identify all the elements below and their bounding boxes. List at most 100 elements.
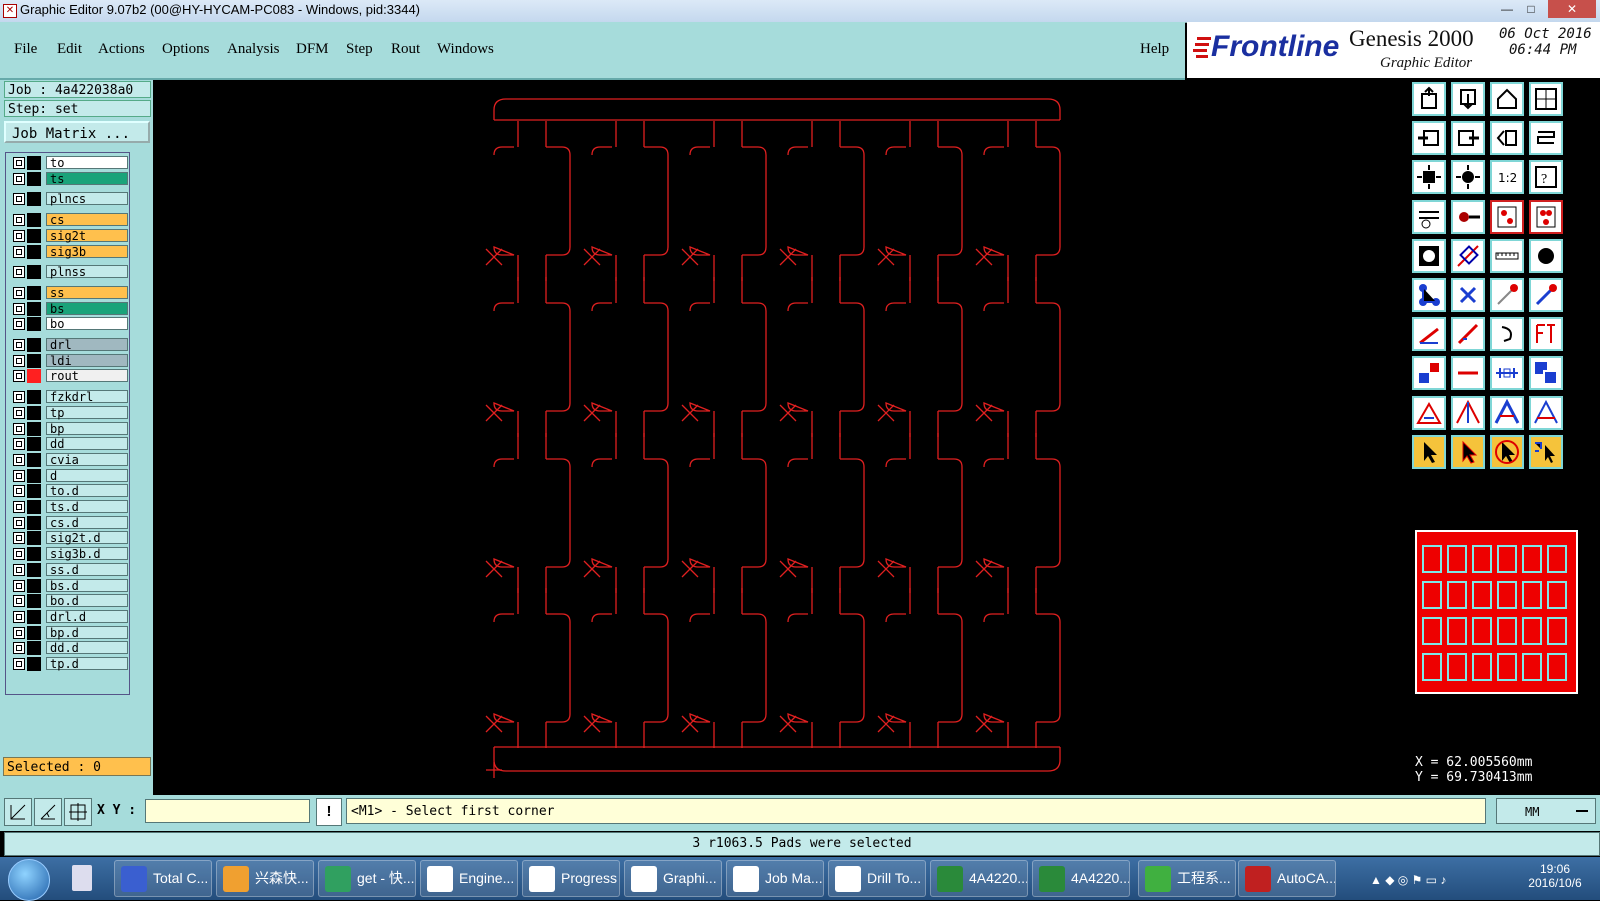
layer-row-cvia[interactable]: cvia bbox=[11, 452, 129, 467]
layer-name[interactable]: tp.d bbox=[46, 657, 128, 671]
layer-row-rout[interactable]: rout bbox=[11, 369, 129, 384]
toolbar-button[interactable] bbox=[1412, 160, 1446, 195]
graphic-canvas[interactable] bbox=[153, 80, 1437, 795]
layer-row-plncs[interactable]: plncs bbox=[11, 192, 129, 207]
layer-name[interactable]: d bbox=[46, 468, 128, 482]
layer-row-to-d[interactable]: to.d bbox=[11, 484, 129, 499]
layer-color-swatch[interactable] bbox=[27, 547, 41, 562]
layer-name[interactable]: sig2t.d bbox=[46, 531, 128, 545]
layer-color-swatch[interactable] bbox=[27, 578, 41, 593]
layer-color-swatch[interactable] bbox=[27, 562, 41, 577]
start-button[interactable] bbox=[8, 859, 50, 901]
layer-checkbox[interactable] bbox=[13, 229, 25, 242]
layer-checkbox[interactable] bbox=[13, 406, 25, 419]
toolbar-button[interactable] bbox=[1529, 199, 1563, 234]
layer-name[interactable]: sig3b bbox=[46, 244, 128, 258]
layer-row-sig3b-d[interactable]: sig3b.d bbox=[11, 547, 129, 562]
layer-row-plnss[interactable]: plnss bbox=[11, 265, 129, 280]
layer-name[interactable]: dd.d bbox=[46, 641, 128, 655]
layer-name[interactable]: tp bbox=[46, 405, 128, 419]
layer-color-swatch[interactable] bbox=[27, 609, 41, 624]
info-button[interactable]: ! bbox=[316, 798, 342, 826]
toolbar-button[interactable] bbox=[1451, 434, 1485, 469]
toolbar-button[interactable] bbox=[1412, 199, 1446, 234]
calculator-icon[interactable] bbox=[72, 865, 92, 891]
layer-name[interactable]: sig2t bbox=[46, 228, 128, 242]
toolbar-button[interactable] bbox=[1490, 82, 1524, 116]
layer-row-cs[interactable]: cs bbox=[11, 213, 129, 228]
layer-name[interactable]: plnss bbox=[46, 265, 128, 279]
toolbar-button[interactable] bbox=[1490, 238, 1524, 273]
layer-checkbox[interactable] bbox=[13, 626, 25, 639]
taskbar-item[interactable]: Progress bbox=[522, 860, 620, 897]
layer-row-dd[interactable]: dd bbox=[11, 437, 129, 452]
layer-name[interactable]: bp bbox=[46, 421, 128, 435]
taskbar-item[interactable]: Drill To... bbox=[828, 860, 926, 897]
toolbar-button[interactable]: ? bbox=[1529, 160, 1563, 195]
toolbar-button[interactable] bbox=[1529, 395, 1563, 430]
taskbar-item[interactable]: 兴森快... bbox=[216, 860, 314, 897]
layer-row-sig3b[interactable]: sig3b bbox=[11, 244, 129, 259]
toolbar-button[interactable] bbox=[1529, 238, 1563, 273]
toolbar-button[interactable] bbox=[1490, 395, 1524, 430]
layer-checkbox[interactable] bbox=[13, 563, 25, 576]
layer-name[interactable]: drl bbox=[46, 338, 128, 352]
menu-help[interactable]: Help bbox=[1140, 41, 1169, 58]
layer-name[interactable]: fzkdrl bbox=[46, 390, 128, 404]
taskbar-item[interactable]: 工程系... bbox=[1138, 860, 1236, 897]
layer-name[interactable]: ss bbox=[46, 285, 128, 299]
toolbar-button[interactable]: 1:2 bbox=[1490, 160, 1524, 195]
layer-row-ts[interactable]: ts bbox=[11, 171, 129, 186]
layer-checkbox[interactable] bbox=[13, 245, 25, 258]
toolbar-button[interactable] bbox=[1451, 395, 1485, 430]
layer-name[interactable]: ss.d bbox=[46, 562, 128, 576]
toolbar-button[interactable] bbox=[1490, 121, 1524, 156]
layer-color-swatch[interactable] bbox=[27, 338, 41, 352]
toolbar-button[interactable] bbox=[1451, 238, 1485, 273]
menu-rout[interactable]: Rout bbox=[391, 41, 420, 58]
layer-color-swatch[interactable] bbox=[27, 213, 41, 228]
close-button[interactable]: ✕ bbox=[1548, 0, 1596, 18]
layer-color-swatch[interactable] bbox=[27, 641, 41, 656]
layer-color-swatch[interactable] bbox=[27, 285, 41, 300]
xy-input[interactable] bbox=[145, 799, 310, 823]
toolbar-button[interactable] bbox=[1451, 278, 1485, 312]
grid-mode-button[interactable] bbox=[64, 798, 92, 826]
layer-name[interactable]: bs.d bbox=[46, 578, 128, 592]
layer-row-drl[interactable]: drl bbox=[11, 338, 129, 352]
layer-color-swatch[interactable] bbox=[27, 317, 41, 332]
layer-checkbox[interactable] bbox=[13, 370, 25, 383]
toolbar-button[interactable] bbox=[1412, 395, 1446, 430]
layer-row-ss[interactable]: ss bbox=[11, 285, 129, 300]
layer-checkbox[interactable] bbox=[13, 157, 25, 169]
menu-actions[interactable]: Actions bbox=[98, 41, 145, 58]
toolbar-button[interactable] bbox=[1529, 278, 1563, 312]
layer-checkbox[interactable] bbox=[13, 485, 25, 498]
toolbar-button[interactable] bbox=[1412, 121, 1446, 156]
layer-name[interactable]: plncs bbox=[46, 192, 128, 206]
layer-color-swatch[interactable] bbox=[27, 452, 41, 467]
taskbar-item[interactable]: Graphi... bbox=[624, 860, 722, 897]
layer-name[interactable]: rout bbox=[46, 369, 128, 383]
layer-color-swatch[interactable] bbox=[27, 390, 41, 405]
menu-step[interactable]: Step bbox=[346, 41, 373, 58]
layer-color-swatch[interactable] bbox=[27, 531, 41, 546]
layer-color-swatch[interactable] bbox=[27, 500, 41, 514]
layer-checkbox[interactable] bbox=[13, 302, 25, 315]
layer-row-to[interactable]: to bbox=[11, 156, 129, 170]
toolbar-button[interactable] bbox=[1451, 317, 1485, 352]
layer-color-swatch[interactable] bbox=[27, 301, 41, 316]
layer-color-swatch[interactable] bbox=[27, 353, 41, 368]
toolbar-button[interactable] bbox=[1412, 434, 1446, 469]
taskbar-item[interactable]: get - 快... bbox=[318, 860, 416, 897]
layer-color-swatch[interactable] bbox=[27, 369, 41, 384]
taskbar-item[interactable]: 4A4220... bbox=[930, 860, 1028, 897]
layer-color-swatch[interactable] bbox=[27, 468, 41, 483]
layer-name[interactable]: ts bbox=[46, 171, 128, 185]
layer-checkbox[interactable] bbox=[13, 595, 25, 608]
layer-row-bp-d[interactable]: bp.d bbox=[11, 625, 129, 640]
toolbar-button[interactable] bbox=[1412, 356, 1446, 391]
layer-checkbox[interactable] bbox=[13, 422, 25, 435]
layer-checkbox[interactable] bbox=[13, 391, 25, 404]
layer-checkbox[interactable] bbox=[13, 501, 25, 513]
